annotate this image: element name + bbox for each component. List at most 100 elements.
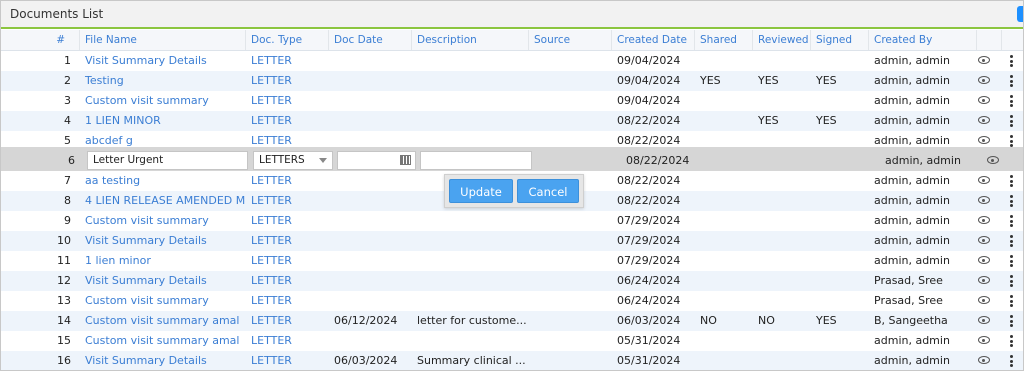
column-header-shared[interactable]: Shared bbox=[695, 30, 753, 50]
eye-icon[interactable] bbox=[978, 296, 990, 304]
cell-file[interactable]: Visit Summary Details bbox=[80, 271, 246, 291]
cell-type[interactable]: LETTER bbox=[246, 191, 329, 211]
eye-icon[interactable] bbox=[978, 196, 990, 204]
eye-icon[interactable] bbox=[978, 336, 990, 344]
table-row[interactable]: 4 1 LIEN MINOR LETTER 08/22/2024 YES YES admin… bbox=[1, 111, 1023, 131]
kebab-menu-icon[interactable] bbox=[1010, 255, 1013, 267]
kebab-menu-icon[interactable] bbox=[1010, 135, 1013, 147]
calendar-icon[interactable] bbox=[400, 155, 411, 165]
cell-file[interactable]: 4 LIEN RELEASE AMENDED MINOR bbox=[80, 191, 246, 211]
cell-type[interactable]: LETTER bbox=[246, 91, 329, 111]
cell-type[interactable]: LETTER bbox=[246, 111, 329, 131]
kebab-menu-icon[interactable] bbox=[1010, 215, 1013, 227]
file-name-input[interactable]: Letter Urgent bbox=[87, 151, 248, 170]
kebab-menu-icon[interactable] bbox=[1010, 175, 1013, 187]
cancel-button[interactable]: Cancel bbox=[517, 179, 579, 203]
table-row[interactable]: 12 Visit Summary Details LETTER 06/24/2024 P… bbox=[1, 271, 1023, 291]
table-row[interactable]: 10 Visit Summary Details LETTER 07/29/2024 a… bbox=[1, 231, 1023, 251]
eye-icon[interactable] bbox=[978, 356, 990, 364]
eye-icon[interactable] bbox=[987, 156, 999, 164]
table-row[interactable]: 15 Custom visit summary amal LETTER 05/31/2… bbox=[1, 331, 1023, 351]
cell-type[interactable]: LETTER bbox=[246, 271, 329, 291]
column-header-type[interactable]: Doc. Type bbox=[246, 30, 329, 50]
column-header-num[interactable]: # bbox=[1, 30, 80, 50]
kebab-menu-icon[interactable] bbox=[1010, 335, 1013, 347]
kebab-menu-icon[interactable] bbox=[1010, 195, 1013, 207]
eye-icon[interactable] bbox=[978, 176, 990, 184]
table-row[interactable]: 16 Visit Summary Details LETTER 06/03/2024 S… bbox=[1, 351, 1023, 370]
kebab-menu-icon[interactable] bbox=[1010, 55, 1013, 67]
column-header-desc[interactable]: Description bbox=[412, 30, 529, 50]
cell-file[interactable]: 1 lien minor bbox=[80, 251, 246, 271]
cell-file[interactable]: Custom visit summary bbox=[80, 91, 246, 111]
eye-icon[interactable] bbox=[978, 56, 990, 64]
cell-shared bbox=[695, 211, 753, 231]
cell-file[interactable]: Custom visit summary amal bbox=[80, 311, 246, 331]
table-row[interactable]: 9 Custom visit summary LETTER 07/29/2024 adm… bbox=[1, 211, 1023, 231]
cell-file[interactable]: aa testing bbox=[80, 171, 246, 191]
kebab-menu-icon[interactable] bbox=[1010, 75, 1013, 87]
update-button[interactable]: Update bbox=[449, 179, 513, 203]
cell-file[interactable]: Visit Summary Details bbox=[80, 231, 246, 251]
eye-icon[interactable] bbox=[978, 216, 990, 224]
cell-type[interactable]: LETTER bbox=[246, 351, 329, 370]
kebab-menu-icon[interactable] bbox=[1010, 275, 1013, 287]
column-header-file[interactable]: File Name bbox=[80, 30, 246, 50]
eye-icon[interactable] bbox=[978, 276, 990, 284]
cell-file[interactable]: Visit Summary Details bbox=[80, 51, 246, 71]
cell-file[interactable]: 1 LIEN MINOR bbox=[80, 111, 246, 131]
table-row[interactable]: 1 Visit Summary Details LETTER 09/04/2024 ad… bbox=[1, 51, 1023, 71]
column-header-reviewed[interactable]: Reviewed bbox=[753, 30, 811, 50]
cell-file[interactable]: Visit Summary Details bbox=[80, 351, 246, 370]
cell-reviewed bbox=[753, 351, 811, 370]
eye-icon[interactable] bbox=[978, 236, 990, 244]
doc-date-input[interactable] bbox=[337, 151, 416, 170]
kebab-menu-icon[interactable] bbox=[1010, 355, 1013, 367]
kebab-menu-icon[interactable] bbox=[1010, 95, 1013, 107]
column-header-created[interactable]: Created Date bbox=[612, 30, 695, 50]
cell-type[interactable]: LETTER bbox=[246, 211, 329, 231]
cell-type[interactable]: LETTER bbox=[246, 71, 329, 91]
created-by: admin, admin bbox=[885, 154, 961, 167]
eye-icon[interactable] bbox=[978, 316, 990, 324]
cell-file[interactable]: Custom visit summary amal bbox=[80, 331, 246, 351]
kebab-menu-icon[interactable] bbox=[1010, 115, 1013, 127]
cell-shared: YES bbox=[700, 74, 721, 87]
cell-file[interactable]: Custom visit summary bbox=[80, 211, 246, 231]
eye-icon[interactable] bbox=[978, 76, 990, 84]
table-row[interactable]: 14 Custom visit summary amal LETTER 06/12/2… bbox=[1, 311, 1023, 331]
column-header-source[interactable]: Source bbox=[529, 30, 612, 50]
eye-icon[interactable] bbox=[978, 116, 990, 124]
cell-by: admin, admin bbox=[874, 234, 950, 247]
cell-type[interactable]: LETTER bbox=[246, 231, 329, 251]
column-header-signed[interactable]: Signed bbox=[811, 30, 869, 50]
kebab-menu-icon[interactable] bbox=[1010, 315, 1013, 327]
eye-icon[interactable] bbox=[978, 96, 990, 104]
cell-type[interactable]: LETTER bbox=[246, 251, 329, 271]
column-header-doc-date[interactable]: Doc Date bbox=[329, 30, 412, 50]
cell-type[interactable]: LETTER bbox=[246, 291, 329, 311]
description-input[interactable] bbox=[420, 151, 532, 170]
cell-type[interactable]: LETTER bbox=[246, 331, 329, 351]
cell-type[interactable]: LETTER bbox=[246, 51, 329, 71]
table-row[interactable]: 3 Custom visit summary LETTER 09/04/2024 adm… bbox=[1, 91, 1023, 111]
column-header-by[interactable]: Created By bbox=[869, 30, 977, 50]
cell-signed bbox=[811, 191, 869, 211]
cell-type[interactable]: LETTER bbox=[246, 311, 329, 331]
doc-type-select[interactable]: LETTERS bbox=[253, 151, 333, 170]
kebab-menu-icon[interactable] bbox=[1010, 235, 1013, 247]
table-row[interactable]: 2 Testing LETTER 09/04/2024 YES YES YES admin, … bbox=[1, 71, 1023, 91]
table-row[interactable]: 13 Custom visit summary LETTER 06/24/2024 Pr… bbox=[1, 291, 1023, 311]
cell-signed bbox=[811, 291, 869, 311]
cell-file[interactable]: Custom visit summary bbox=[80, 291, 246, 311]
cell-num: 9 bbox=[64, 214, 71, 227]
panel-handle[interactable] bbox=[1017, 6, 1023, 22]
cell-file[interactable]: Testing bbox=[80, 71, 246, 91]
cell-type[interactable]: LETTER bbox=[246, 171, 329, 191]
eye-icon[interactable] bbox=[978, 256, 990, 264]
cell-shared bbox=[695, 111, 753, 131]
table-row[interactable]: 11 1 lien minor LETTER 07/29/2024 admin, adm… bbox=[1, 251, 1023, 271]
eye-icon[interactable] bbox=[978, 136, 990, 144]
cell-doc-date bbox=[329, 291, 412, 311]
kebab-menu-icon[interactable] bbox=[1010, 295, 1013, 307]
